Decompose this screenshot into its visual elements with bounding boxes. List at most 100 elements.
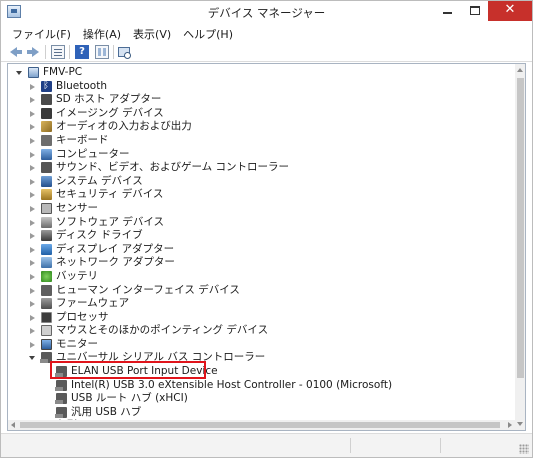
tree-category[interactable]: ヒューマン インターフェイス デバイス — [8, 284, 511, 298]
usb-device-item-label: USB ルート ハブ (xHCI) — [71, 392, 188, 405]
tree-category[interactable]: イメージング デバイス — [8, 107, 511, 121]
vertical-scrollbar[interactable] — [515, 64, 525, 430]
menu-action[interactable]: 操作(A) — [77, 23, 127, 42]
expand-arrow-icon[interactable] — [30, 301, 35, 308]
expand-arrow-icon[interactable] — [30, 178, 35, 185]
tree-category[interactable]: ファームウェア — [8, 297, 511, 311]
security-device-icon — [41, 189, 52, 201]
expand-arrow-icon[interactable] — [30, 246, 35, 253]
tree-category[interactable]: サウンド、ビデオ、およびゲーム コントローラー — [8, 161, 511, 175]
scroll-up-icon[interactable] — [517, 68, 523, 72]
tree-category-label: キーボード — [56, 133, 109, 146]
vertical-scroll-thumb[interactable] — [517, 78, 524, 378]
bluetooth-icon — [41, 79, 52, 92]
expand-arrow-icon[interactable] — [30, 137, 35, 144]
expand-arrow-icon[interactable] — [30, 192, 35, 199]
maximize-icon — [470, 6, 480, 15]
toolbar-separator — [45, 45, 46, 59]
maximize-button[interactable] — [461, 1, 488, 21]
close-button[interactable]: ✕ — [488, 1, 532, 21]
tree-category[interactable]: SD ホスト アダプター — [8, 93, 511, 107]
usb-device-item[interactable]: Intel(R) USB 3.0 eXtensible Host Control… — [8, 379, 511, 393]
expand-arrow-icon[interactable] — [30, 273, 35, 280]
status-segment — [351, 438, 441, 453]
tree-category[interactable]: ディスク ドライブ — [8, 229, 511, 243]
tree-category[interactable]: マウスとそのほかのポインティング デバイス — [8, 324, 511, 338]
tree-category[interactable]: セキュリティ デバイス — [8, 188, 511, 202]
tree-category[interactable]: センサー — [8, 202, 511, 216]
view-icon[interactable] — [95, 45, 109, 59]
expand-arrow-icon[interactable] — [30, 287, 35, 294]
tree-category[interactable]: Bluetooth — [8, 79, 511, 94]
expand-arrow-icon[interactable] — [30, 124, 35, 131]
status-segment — [1, 438, 351, 453]
minimize-icon — [443, 12, 452, 14]
usb-device-item[interactable]: 汎用 USB ハブ — [8, 406, 511, 420]
scroll-left-icon[interactable] — [11, 422, 15, 428]
expand-arrow-icon[interactable] — [30, 233, 35, 240]
device-manager-window: デバイス マネージャー ✕ ファイル(F) 操作(A) 表示(V) ヘルプ(H)… — [0, 0, 533, 458]
sd-host-icon — [41, 94, 52, 106]
close-icon: ✕ — [504, 2, 516, 17]
expand-arrow-icon[interactable] — [30, 151, 35, 158]
battery-icon — [41, 270, 52, 282]
scan-hardware-icon[interactable] — [117, 45, 131, 59]
toolbar-separator — [69, 45, 70, 59]
back-arrow-icon[interactable] — [9, 45, 23, 59]
menu-file[interactable]: ファイル(F) — [6, 23, 77, 42]
tree-category[interactable]: プロセッサ — [8, 311, 511, 325]
tree-category[interactable]: ソフトウェア デバイス — [8, 216, 511, 230]
tree-category-label: ディスク ドライブ — [56, 229, 143, 242]
menu-help[interactable]: ヘルプ(H) — [177, 23, 239, 42]
expand-arrow-icon[interactable] — [30, 83, 35, 90]
title-bar[interactable]: デバイス マネージャー ✕ — [1, 1, 532, 23]
tree-category[interactable]: モニター — [8, 338, 511, 352]
tree-category-label: イメージング デバイス — [56, 106, 164, 119]
tree-category[interactable]: コンピューター — [8, 148, 511, 162]
expand-arrow-icon[interactable] — [30, 97, 35, 104]
scroll-down-icon[interactable] — [517, 422, 523, 426]
audio-icon — [41, 121, 52, 133]
properties-icon[interactable] — [51, 45, 65, 59]
menu-view[interactable]: 表示(V) — [127, 23, 177, 42]
tree-category-label: ヒューマン インターフェイス デバイス — [56, 283, 240, 296]
expand-arrow-icon[interactable] — [30, 165, 35, 172]
tree-category[interactable]: オーディオの入力および出力 — [8, 120, 511, 134]
collapse-arrow-icon[interactable] — [16, 71, 22, 75]
tree-category-label: プロセッサ — [56, 310, 109, 323]
expand-arrow-icon[interactable] — [30, 260, 35, 267]
horizontal-scroll-thumb[interactable] — [20, 422, 500, 428]
help-icon[interactable]: ? — [75, 45, 89, 59]
sensor-icon — [41, 202, 52, 214]
display-adapter-icon — [41, 243, 52, 255]
usb-device-item-label: Intel(R) USB 3.0 eXtensible Host Control… — [71, 378, 393, 391]
system-device-icon — [41, 175, 52, 187]
expand-arrow-icon[interactable] — [30, 219, 35, 226]
menu-bar: ファイル(F) 操作(A) 表示(V) ヘルプ(H) — [1, 23, 532, 42]
tree-category-label: モニター — [56, 337, 98, 350]
mouse-icon — [41, 325, 52, 337]
horizontal-scrollbar[interactable] — [8, 420, 515, 430]
disk-drive-icon — [41, 230, 52, 242]
collapse-arrow-icon[interactable] — [29, 356, 35, 361]
tree-category-label: ネットワーク アダプター — [56, 256, 175, 269]
minimize-button[interactable] — [433, 1, 461, 21]
tree-category[interactable]: システム デバイス — [8, 175, 511, 189]
tree-category[interactable]: ディスプレイ アダプター — [8, 243, 511, 257]
expand-arrow-icon[interactable] — [30, 110, 35, 117]
resize-grip-icon[interactable] — [519, 444, 529, 454]
forward-arrow-icon[interactable] — [27, 45, 41, 59]
scroll-right-icon[interactable] — [508, 422, 512, 428]
tree-category[interactable]: キーボード — [8, 134, 511, 148]
expand-arrow-icon[interactable] — [30, 328, 35, 335]
expand-arrow-icon[interactable] — [30, 205, 35, 212]
tree-category[interactable]: ネットワーク アダプター — [8, 256, 511, 270]
expand-arrow-icon[interactable] — [30, 314, 35, 321]
tree-category[interactable]: バッテリ — [8, 270, 511, 284]
expand-arrow-icon[interactable] — [30, 341, 35, 348]
monitor-icon — [41, 338, 52, 350]
tree-root[interactable]: FMV-PC — [8, 66, 511, 80]
usb-device-item[interactable]: USB ルート ハブ (xHCI) — [8, 392, 511, 406]
tree-category-label: オーディオの入力および出力 — [56, 120, 192, 133]
tree-category-label: バッテリ — [56, 269, 98, 282]
